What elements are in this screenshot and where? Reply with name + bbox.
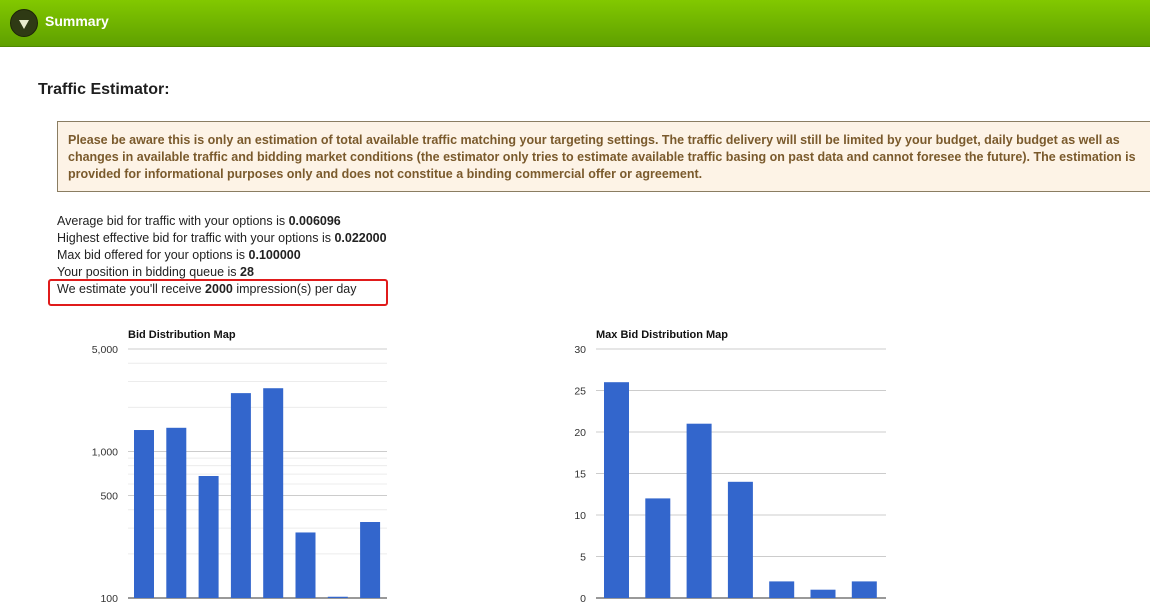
bar[interactable] [686, 423, 712, 598]
bid-distribution-chart: Bid Distribution Map 100 500 1,000 5,000 [92, 329, 387, 605]
y-tick-label: 1,000 [92, 446, 118, 458]
y-tick-label: 0 [580, 593, 586, 605]
bar[interactable] [166, 427, 187, 598]
bar[interactable] [645, 498, 671, 598]
chart-title: Bid Distribution Map [128, 329, 236, 341]
y-tick-label: 25 [574, 386, 586, 398]
bar[interactable] [604, 382, 629, 598]
bar[interactable] [851, 581, 877, 598]
y-tick-label: 15 [574, 469, 586, 481]
bar[interactable] [327, 596, 348, 598]
bar[interactable] [263, 388, 284, 598]
bar[interactable] [727, 481, 753, 598]
bar[interactable] [134, 430, 154, 598]
bar[interactable] [360, 522, 381, 598]
y-tick-label: 5,000 [92, 344, 118, 356]
bar[interactable] [769, 581, 795, 598]
y-tick-label: 100 [100, 593, 118, 605]
bar[interactable] [295, 532, 316, 598]
y-tick-label: 10 [574, 510, 586, 522]
chart-title: Max Bid Distribution Map [596, 329, 728, 341]
bar[interactable] [230, 393, 251, 598]
max-bid-distribution-chart: Max Bid Distribution Map 0 5 10 15 20 25 30 [574, 329, 886, 605]
y-tick-label: 5 [580, 552, 586, 564]
y-tick-label: 20 [574, 427, 586, 439]
bar[interactable] [198, 475, 219, 598]
bar[interactable] [810, 589, 836, 598]
y-tick-label: 30 [574, 344, 586, 356]
y-tick-label: 500 [100, 491, 118, 503]
